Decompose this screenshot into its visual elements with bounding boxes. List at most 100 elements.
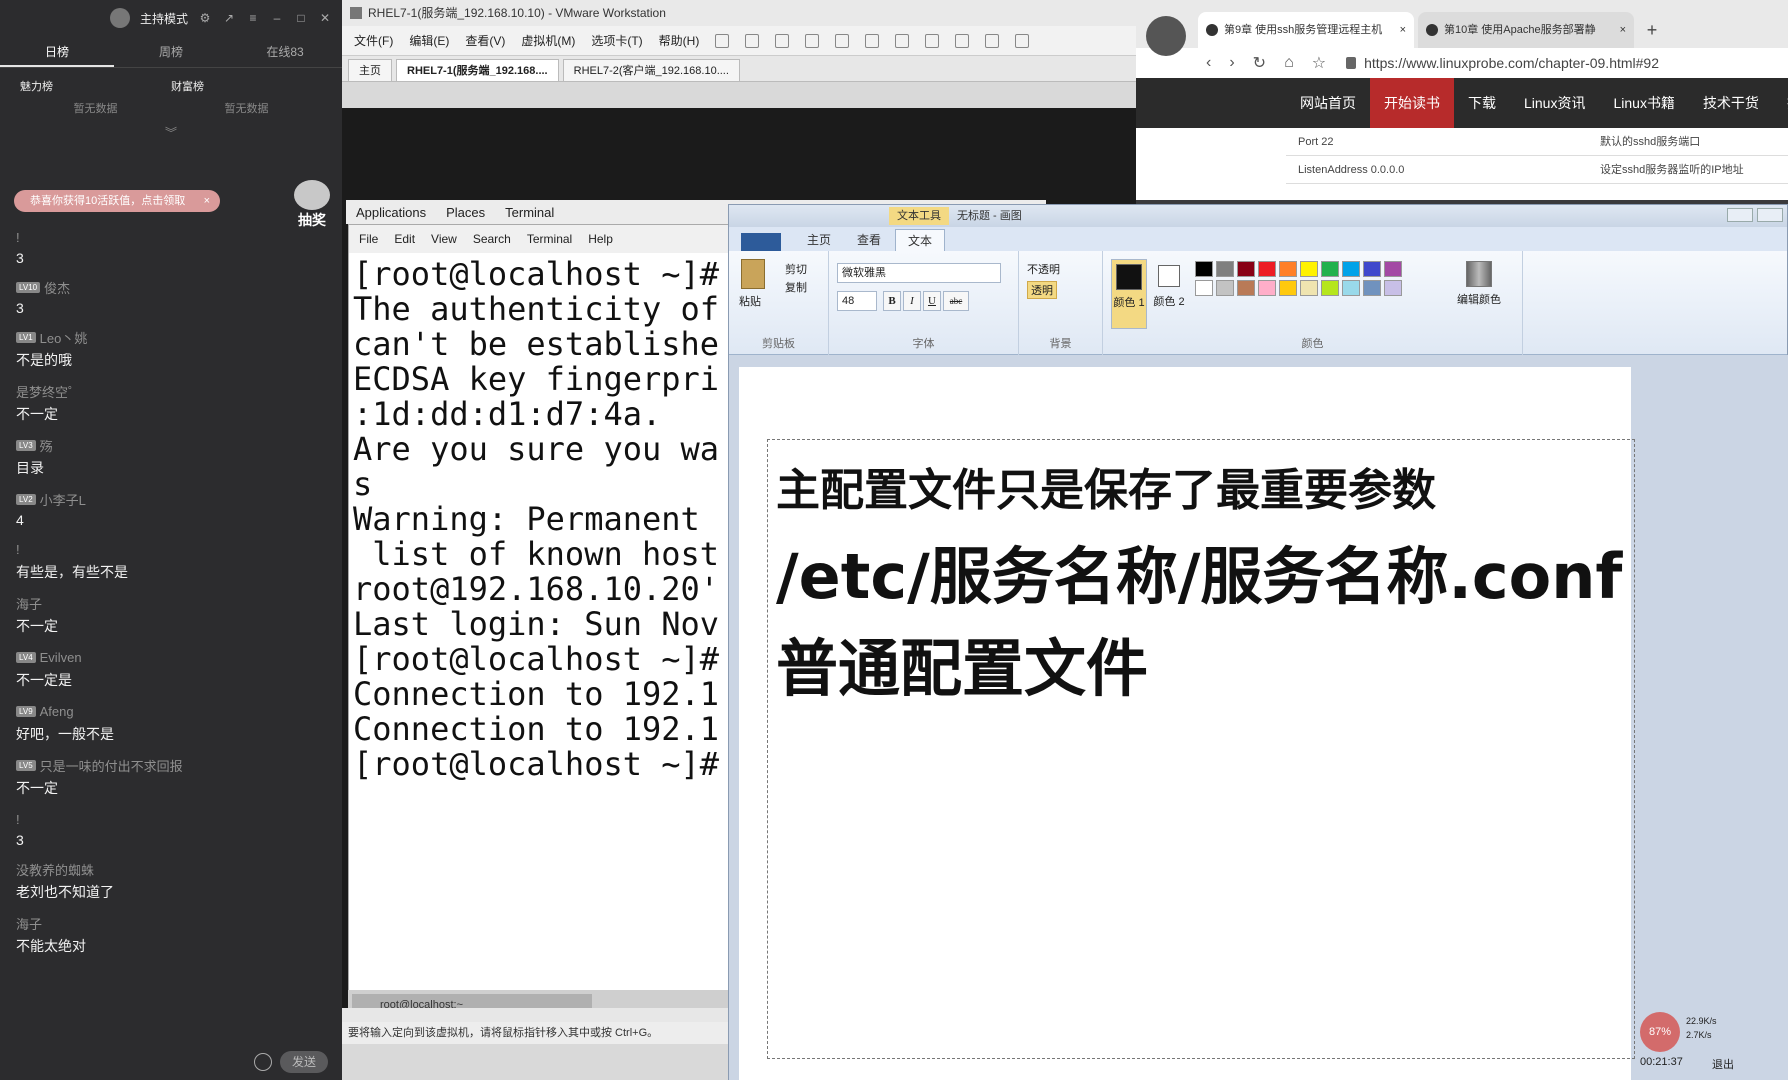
chat-sender[interactable]: ! (16, 228, 326, 246)
menu-view[interactable]: 查看(V) (465, 32, 505, 49)
minimize-icon[interactable] (1727, 208, 1753, 222)
network-speed-widget[interactable]: 87% 22.9K/s 2.7K/s (1640, 1012, 1750, 1052)
settings-icon[interactable]: ⚙ (198, 11, 212, 25)
palette-swatch[interactable] (1195, 261, 1213, 277)
palette-swatch[interactable] (1363, 280, 1381, 296)
emoji-icon[interactable] (254, 1053, 272, 1071)
bold-button[interactable]: B (883, 291, 901, 311)
chat-sender[interactable]: LV9 Afeng (16, 702, 326, 720)
nav-download[interactable]: 下载 (1454, 78, 1510, 128)
menu-help[interactable]: 帮助(H) (659, 32, 700, 49)
nav-tech[interactable]: 技术干货 (1689, 78, 1773, 128)
share-icon[interactable]: ↗ (222, 11, 236, 25)
library-icon[interactable] (865, 33, 880, 48)
minimize-icon[interactable]: – (270, 11, 284, 25)
toast-close-icon[interactable]: × (204, 190, 210, 212)
menu-file[interactable]: 文件(F) (354, 32, 393, 49)
maximize-icon[interactable] (1757, 208, 1783, 222)
color2-button[interactable]: 颜色 2 (1151, 259, 1187, 329)
revert-snapshot-icon[interactable] (805, 33, 820, 48)
palette-swatch[interactable] (1258, 280, 1276, 296)
strikethrough-button[interactable]: abc (943, 291, 969, 311)
nav-home[interactable]: 网站首页 (1286, 78, 1370, 128)
paste-button[interactable]: 粘贴 (739, 293, 761, 309)
canvas-text-line-3[interactable]: 普通配置文件 (776, 618, 1148, 708)
wealth-rank-label[interactable]: 财富榜 (171, 78, 322, 94)
palette-swatch[interactable] (1279, 280, 1297, 296)
italic-button[interactable]: I (903, 291, 921, 311)
opaque-button[interactable]: 不透明 (1027, 261, 1060, 277)
chat-sender[interactable]: ! (16, 810, 326, 828)
profile-avatar[interactable] (1146, 16, 1186, 56)
exit-button[interactable]: 退出 (1712, 1056, 1734, 1072)
bookmark-star-icon[interactable]: ☆ (1312, 53, 1326, 73)
tab-online[interactable]: 在线83 (228, 36, 342, 67)
stretch-icon[interactable] (1015, 33, 1030, 48)
send-button[interactable]: 发送 (280, 1051, 328, 1073)
palette-swatch[interactable] (1300, 261, 1318, 277)
palette-swatch[interactable] (1195, 280, 1213, 296)
palette-swatch[interactable] (1258, 261, 1276, 277)
nav-linux-news[interactable]: Linux资讯 (1510, 78, 1599, 128)
reload-icon[interactable]: ↻ (1253, 53, 1266, 73)
tab-daily[interactable]: 日榜 (0, 36, 114, 67)
underline-button[interactable]: U (923, 291, 941, 311)
edit-colors-button[interactable]: 编辑颜色 (1449, 261, 1509, 307)
browser-tab-chapter10[interactable]: 第10章 使用Apache服务部署静 × (1418, 12, 1634, 48)
palette-swatch[interactable] (1279, 261, 1297, 277)
menu-edit[interactable]: 编辑(E) (409, 32, 449, 49)
send-keys-icon[interactable] (745, 33, 760, 48)
palette-swatch[interactable] (1237, 280, 1255, 296)
palette-swatch[interactable] (1237, 261, 1255, 277)
unity-icon[interactable] (955, 33, 970, 48)
home-icon[interactable]: ⌂ (1284, 54, 1294, 72)
chat-sender[interactable]: LV10 俊杰 (16, 278, 326, 296)
chat-sender[interactable]: 是梦终空゜ (16, 382, 326, 400)
canvas-text-line-1[interactable]: 主配置文件只是保存了最重要参数 (776, 454, 1436, 518)
paint-canvas[interactable]: 主配置文件只是保存了最重要参数 /etc/服务名称/服务名称.conf 普通配置… (739, 367, 1635, 1080)
palette-swatch[interactable] (1384, 280, 1402, 296)
forward-icon[interactable]: › (1229, 54, 1234, 72)
charm-rank-label[interactable]: 魅力榜 (20, 78, 171, 94)
canvas-text-line-2[interactable]: /etc/服务名称/服务名称.conf (776, 526, 1622, 616)
tab-home[interactable]: 主页 (348, 59, 392, 81)
thumbnail-icon[interactable] (895, 33, 910, 48)
console-icon[interactable] (985, 33, 1000, 48)
term-menu-file[interactable]: File (359, 232, 378, 246)
term-menu-search[interactable]: Search (473, 232, 511, 246)
palette-swatch[interactable] (1321, 280, 1339, 296)
tab-rhel7-2[interactable]: RHEL7-2(客户端_192.168.10.... (562, 59, 740, 81)
transparent-button[interactable]: 透明 (1027, 281, 1057, 299)
browser-tab-chapter9[interactable]: 第9章 使用ssh服务管理远程主机 × (1198, 12, 1414, 48)
menu-vm[interactable]: 虚拟机(M) (521, 32, 575, 49)
lottery-button[interactable]: 抽奖 (290, 180, 334, 228)
back-icon[interactable]: ‹ (1206, 54, 1211, 72)
copy-button[interactable]: 复制 (785, 279, 807, 295)
tab-rhel7-1[interactable]: RHEL7-1(服务端_192.168.... (396, 59, 559, 81)
menu-tabs[interactable]: 选项卡(T) (591, 32, 642, 49)
font-family-select[interactable]: 微软雅黑 (837, 263, 1001, 283)
term-menu-terminal[interactable]: Terminal (527, 232, 572, 246)
chat-sender[interactable]: ! (16, 540, 326, 558)
paint-menu-button[interactable] (741, 233, 781, 251)
fullscreen-icon[interactable] (925, 33, 940, 48)
palette-swatch[interactable] (1300, 280, 1318, 296)
palette-swatch[interactable] (1321, 261, 1339, 277)
palette-swatch[interactable] (1363, 261, 1381, 277)
chat-sender[interactable]: 海子 (16, 594, 326, 612)
color1-button[interactable]: 颜色 1 (1111, 259, 1147, 329)
snapshot-icon[interactable] (775, 33, 790, 48)
chevron-down-icon[interactable]: ︾ (0, 124, 342, 141)
chat-sender[interactable]: LV3 殇 (16, 436, 326, 454)
menu-icon[interactable]: ≡ (246, 11, 260, 25)
paste-icon[interactable] (741, 259, 765, 289)
tab-close-icon[interactable]: × (1400, 12, 1406, 48)
gnome-terminal-label[interactable]: Terminal (505, 205, 554, 220)
manage-snapshots-icon[interactable] (835, 33, 850, 48)
chat-sender[interactable]: 海子 (16, 914, 326, 932)
nav-submit[interactable]: 投稿 (1773, 78, 1788, 128)
term-menu-help[interactable]: Help (588, 232, 613, 246)
nav-start-reading[interactable]: 开始读书 (1370, 78, 1454, 128)
address-bar[interactable]: https://www.linuxprobe.com/chapter-09.ht… (1344, 51, 1788, 75)
palette-swatch[interactable] (1216, 261, 1234, 277)
